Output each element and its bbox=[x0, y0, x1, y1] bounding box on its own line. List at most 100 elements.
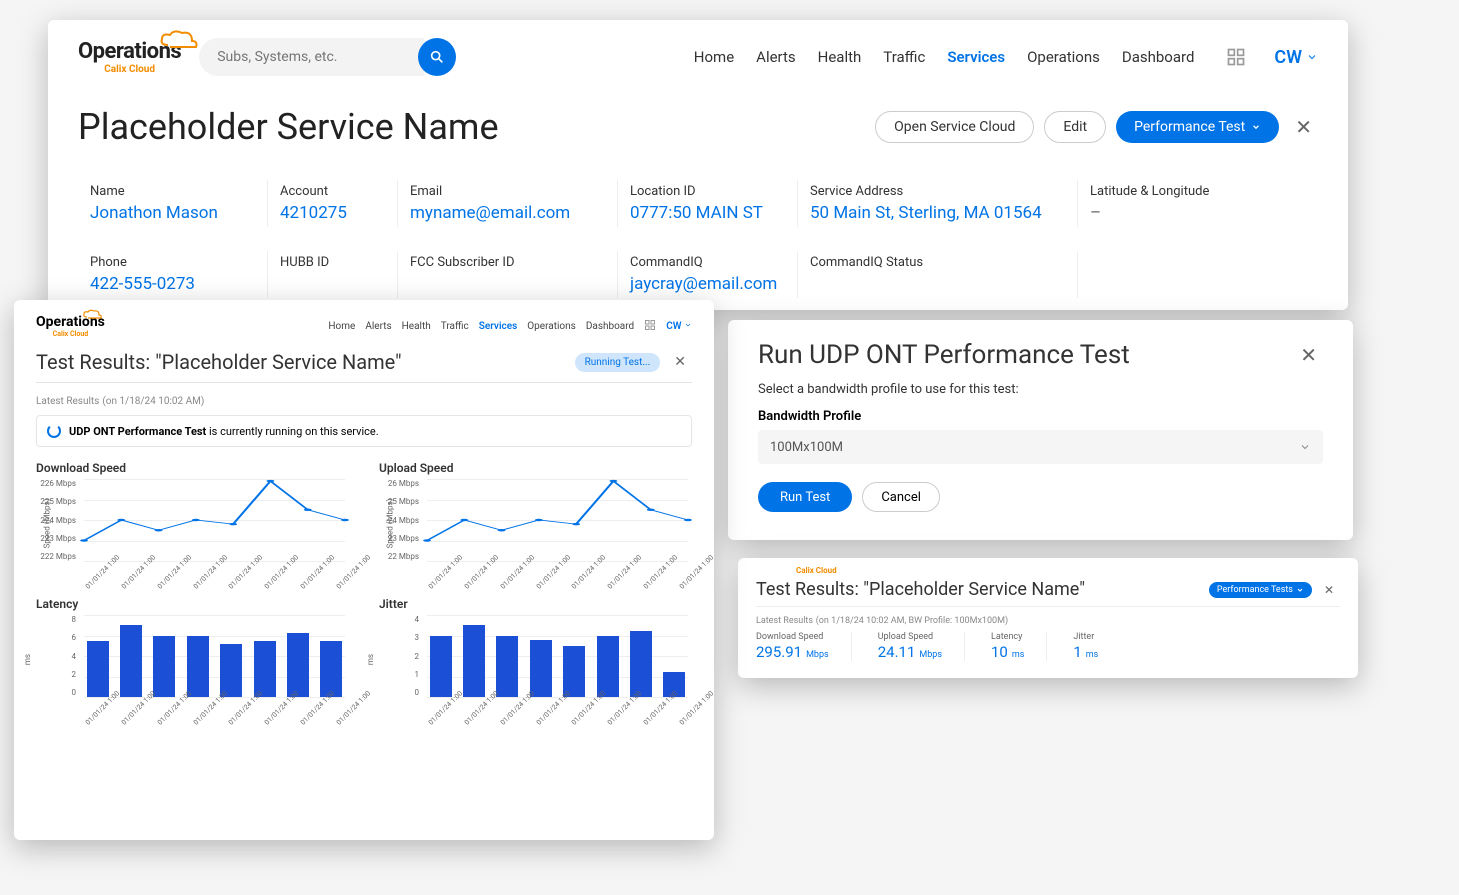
bar bbox=[287, 633, 309, 697]
test-results-panel: Operations Calix Cloud Home Alerts Health T… bbox=[14, 300, 714, 840]
info-label: CommandIQ bbox=[630, 255, 785, 270]
brand-subtitle: Calix Cloud bbox=[36, 330, 105, 338]
info-cell: Location ID0777:50 MAIN ST bbox=[618, 180, 798, 227]
search-button[interactable] bbox=[418, 38, 456, 76]
title-row: Placeholder Service Name Open Service Cl… bbox=[78, 106, 1318, 148]
metric-latency: Latency10 ms bbox=[991, 632, 1047, 661]
x-ticks: 01/01/24 1:0001/01/24 1:0001/01/24 1:000… bbox=[427, 585, 688, 593]
chevron-down-icon bbox=[1306, 51, 1318, 63]
results-title-row: Test Results: "Placeholder Service Name"… bbox=[36, 350, 692, 383]
info-value[interactable]: Jonathon Mason bbox=[90, 203, 255, 223]
y-axis-label: ms bbox=[366, 654, 375, 665]
info-cell: HUBB ID bbox=[268, 251, 398, 298]
modal-subtitle: Select a bandwidth profile to use for th… bbox=[758, 382, 1323, 397]
close-icon[interactable]: ✕ bbox=[668, 354, 692, 370]
edit-button[interactable]: Edit bbox=[1044, 111, 1106, 143]
running-test-button[interactable]: Running Test... bbox=[575, 353, 661, 372]
metric-unit: ms bbox=[1012, 650, 1025, 660]
info-value: – bbox=[1090, 203, 1246, 223]
chevron-down-icon bbox=[1299, 441, 1311, 453]
nav-health[interactable]: Health bbox=[402, 321, 431, 332]
nav-alerts[interactable]: Alerts bbox=[756, 48, 796, 66]
search-icon bbox=[429, 49, 445, 65]
mini-header: Operations Calix Cloud Home Alerts Health T… bbox=[36, 314, 692, 338]
nav-services[interactable]: Services bbox=[479, 321, 518, 332]
info-value[interactable]: 422-555-0273 bbox=[90, 274, 255, 294]
top-nav: Home Alerts Health Traffic Services Operation… bbox=[694, 48, 1195, 66]
info-value[interactable]: myname@email.com bbox=[410, 203, 605, 223]
x-ticks: 01/01/24 1:0001/01/24 1:0001/01/24 1:000… bbox=[84, 585, 345, 593]
running-status: UDP ONT Performance Test is currently ru… bbox=[36, 415, 692, 447]
nav-home[interactable]: Home bbox=[694, 48, 734, 66]
cloud-icon bbox=[158, 27, 308, 57]
run-test-button[interactable]: Run Test bbox=[758, 482, 852, 512]
nav-alerts[interactable]: Alerts bbox=[365, 321, 391, 332]
bar bbox=[320, 641, 342, 697]
performance-test-button[interactable]: Performance Test bbox=[1116, 111, 1279, 143]
metric-upload-speed: Upload Speed24.11 Mbps bbox=[878, 632, 965, 661]
chart-title: Jitter bbox=[379, 597, 692, 611]
latest-results-heading: Latest Results (on 1/18/24 10:02 AM) bbox=[36, 393, 692, 407]
bar bbox=[463, 625, 485, 697]
info-value[interactable]: 50 Main St, Sterling, MA 01564 bbox=[810, 203, 1065, 223]
nav-health[interactable]: Health bbox=[818, 48, 862, 66]
metric-value: 10 bbox=[991, 643, 1008, 661]
nav-dashboard[interactable]: Dashboard bbox=[586, 321, 634, 332]
nav-traffic[interactable]: Traffic bbox=[441, 321, 469, 332]
y-ticks: 226 Mbps225 Mbps224 Mbps223 Mbps222 Mbps bbox=[36, 479, 80, 561]
chart-title: Download Speed bbox=[36, 461, 349, 475]
info-value[interactable]: jaycray@email.com bbox=[630, 274, 785, 294]
app-grid-icon[interactable] bbox=[1226, 47, 1246, 67]
user-chip[interactable]: CW bbox=[1274, 47, 1318, 68]
open-service-cloud-button[interactable]: Open Service Cloud bbox=[875, 111, 1034, 143]
user-chip[interactable]: CW bbox=[666, 321, 692, 332]
metric-value: 1 bbox=[1073, 643, 1081, 661]
info-value[interactable]: 4210275 bbox=[280, 203, 385, 223]
info-label: CommandIQ Status bbox=[810, 255, 1065, 270]
bandwidth-profile-select[interactable]: 100Mx100M bbox=[758, 430, 1323, 464]
nav-traffic[interactable]: Traffic bbox=[883, 48, 925, 66]
info-value[interactable]: 0777:50 MAIN ST bbox=[630, 203, 785, 223]
chart-upload-speed: Upload SpeedSpeed (Mbps)26 Mbps25 Mbps24… bbox=[379, 461, 692, 579]
user-initials: CW bbox=[1274, 47, 1302, 68]
chart-download-speed: Download SpeedSpeed (Mbps)226 Mbps225 Mb… bbox=[36, 461, 349, 579]
info-cell bbox=[1078, 251, 1258, 298]
select-value: 100Mx100M bbox=[770, 440, 843, 455]
cancel-button[interactable]: Cancel bbox=[862, 482, 940, 512]
info-label: Account bbox=[280, 184, 385, 199]
summary-title: Test Results: "Placeholder Service Name" bbox=[756, 579, 1085, 600]
info-label: FCC Subscriber ID bbox=[410, 255, 605, 270]
chart-title: Latency bbox=[36, 597, 349, 611]
services-panel: Operations Calix Cloud HomeAlertsHealthT… bbox=[48, 20, 1348, 310]
run-udp-modal: Run UDP ONT Performance Test ✕ Select a … bbox=[728, 320, 1353, 540]
metric-label: Upload Speed bbox=[878, 632, 942, 642]
metric-unit: Mbps bbox=[806, 650, 829, 660]
nav-operations[interactable]: Operations bbox=[527, 321, 576, 332]
summary-latest-heading: Latest Results (on 1/18/24 10:02 AM, BW … bbox=[756, 613, 1340, 626]
nav-dashboard[interactable]: Dashboard bbox=[1122, 48, 1195, 66]
summary-panel: Calix Cloud Test Results: "Placeholder S… bbox=[738, 558, 1358, 678]
bar bbox=[496, 636, 518, 698]
metric-unit: ms bbox=[1086, 650, 1099, 660]
close-icon[interactable]: ✕ bbox=[1318, 583, 1340, 597]
nav-operations[interactable]: Operations bbox=[1027, 48, 1100, 66]
cloud-icon bbox=[82, 308, 142, 322]
performance-tests-button[interactable]: Performance Tests bbox=[1209, 582, 1312, 598]
metric-label: Jitter bbox=[1073, 632, 1098, 642]
metric-row: Download Speed295.91 MbpsUpload Speed24.… bbox=[756, 632, 1340, 661]
info-label: Phone bbox=[90, 255, 255, 270]
nav-services[interactable]: Services bbox=[947, 48, 1005, 66]
bar bbox=[630, 631, 652, 697]
info-grid: NameJonathon MasonAccount4210275Emailmyn… bbox=[78, 180, 1318, 227]
metric-label: Latency bbox=[991, 632, 1024, 642]
chart-title: Upload Speed bbox=[379, 461, 692, 475]
app-grid-icon[interactable] bbox=[644, 319, 656, 334]
line-points bbox=[84, 479, 345, 561]
close-icon[interactable]: ✕ bbox=[1289, 115, 1318, 139]
close-icon[interactable]: ✕ bbox=[1294, 343, 1323, 367]
info-cell: Account 4210275 bbox=[268, 180, 398, 227]
nav-home[interactable]: Home bbox=[328, 321, 355, 332]
metric-label: Download Speed bbox=[756, 632, 829, 642]
mini-nav: Home Alerts Health Traffic Services Operation… bbox=[328, 319, 692, 334]
bar bbox=[87, 641, 109, 697]
